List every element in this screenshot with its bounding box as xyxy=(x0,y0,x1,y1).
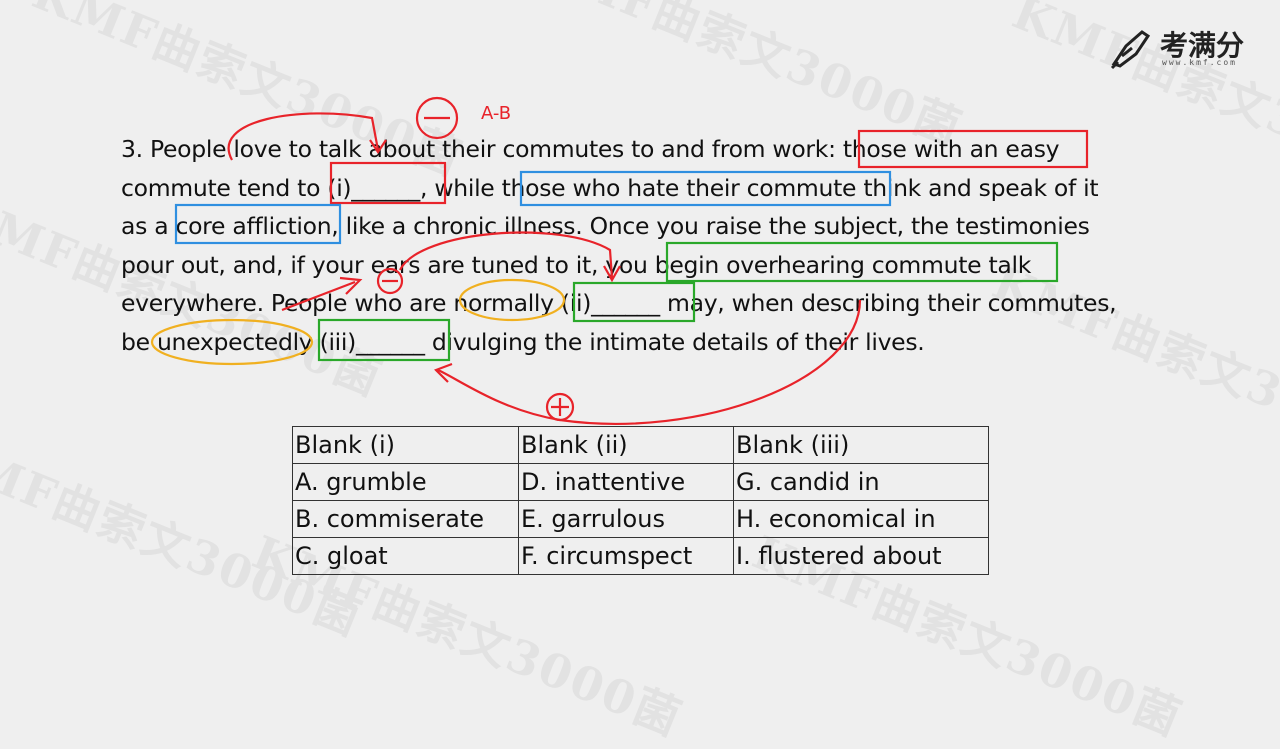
highlight-box-green xyxy=(572,281,696,323)
highlight-oval-orange xyxy=(150,318,314,366)
highlight-box-blue xyxy=(174,203,342,245)
table-row: A. grumble D. inattentive G. candid in xyxy=(292,463,989,501)
highlight-box-green xyxy=(665,241,1059,283)
table-header-cell: Blank (iii) xyxy=(733,426,989,464)
answer-option[interactable]: A. grumble xyxy=(292,463,519,501)
answer-option[interactable]: E. garrulous xyxy=(518,500,734,538)
answer-option[interactable]: H. economical in xyxy=(733,500,989,538)
table-row: B. commiserate E. garrulous H. economica… xyxy=(292,500,989,538)
answer-option[interactable]: B. commiserate xyxy=(292,500,519,538)
answer-choices-table: Blank (i) Blank (ii) Blank (iii) A. grum… xyxy=(292,426,989,575)
answer-option[interactable]: D. inattentive xyxy=(518,463,734,501)
annotation-label: A-B xyxy=(481,103,512,124)
answer-option[interactable]: G. candid in xyxy=(733,463,989,501)
answer-option[interactable]: I. flustered about xyxy=(733,537,989,575)
highlight-box-blue xyxy=(519,170,892,207)
highlight-box-red xyxy=(857,129,1089,169)
highlight-box-green xyxy=(317,318,451,362)
table-header-cell: Blank (ii) xyxy=(518,426,734,464)
answer-option[interactable]: F. circumspect xyxy=(518,537,734,575)
table-row: C. gloat F. circumspect I. flustered abo… xyxy=(292,537,989,575)
table-header-row: Blank (i) Blank (ii) Blank (iii) xyxy=(292,426,989,464)
annotation-arrow xyxy=(281,280,356,312)
highlight-oval-orange xyxy=(458,278,566,322)
annotation-curve xyxy=(399,231,614,279)
annotation-curve xyxy=(227,112,380,161)
table-header-cell: Blank (i) xyxy=(292,426,519,464)
answer-option[interactable]: C. gloat xyxy=(292,537,519,575)
annotation-overlay xyxy=(150,96,1089,425)
highlight-box-red xyxy=(329,161,447,205)
